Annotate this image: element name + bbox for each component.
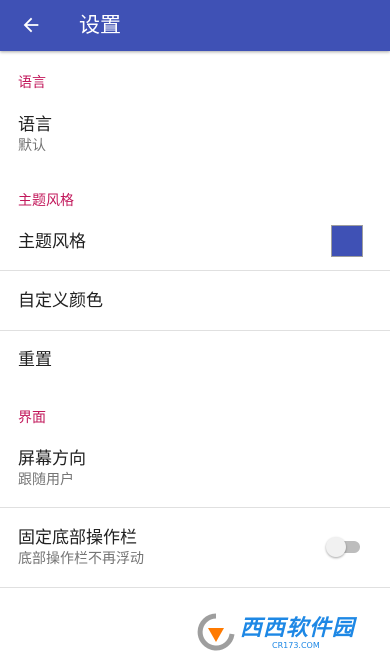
page-title: 设置	[79, 13, 121, 37]
watermark-text: 西西软件园	[240, 616, 356, 641]
back-button[interactable]	[12, 6, 50, 44]
fixed-toolbar-switch[interactable]	[326, 537, 360, 557]
theme-color-swatch	[331, 225, 363, 257]
pref-orientation-summary: 跟随用户	[18, 472, 74, 488]
pref-language-summary: 默认	[18, 138, 46, 154]
pref-orientation[interactable]: 屏幕方向 跟随用户	[0, 438, 390, 507]
pref-fixed-toolbar-title: 固定底部操作栏	[18, 528, 137, 548]
app-bar: 设置	[0, 0, 390, 51]
watermark-emblem-icon	[197, 613, 235, 651]
pref-custom-color-title: 自定义颜色	[18, 291, 103, 311]
settings-screen: 设置 语言 语言 默认 主题风格 主题风格 自定义颜色 重置 界面 屏幕方向 跟…	[0, 0, 390, 661]
section-header-theme: 主题风格	[18, 193, 74, 209]
pref-reset[interactable]: 重置	[0, 331, 390, 389]
arrow-back-icon	[23, 17, 39, 33]
watermark-logo: 西西软件园 CR173.COM	[194, 612, 374, 652]
pref-language-title: 语言	[18, 115, 52, 135]
watermark-sub: CR173.COM	[272, 641, 320, 650]
section-header-language: 语言	[18, 75, 46, 91]
pref-fixed-toolbar-summary: 底部操作栏不再浮动	[18, 551, 144, 567]
pref-theme[interactable]: 主题风格	[0, 213, 390, 270]
section-header-interface: 界面	[18, 410, 46, 426]
pref-custom-color[interactable]: 自定义颜色	[0, 271, 390, 330]
switch-thumb	[326, 537, 346, 557]
pref-orientation-title: 屏幕方向	[18, 449, 86, 469]
pref-fixed-toolbar[interactable]: 固定底部操作栏 底部操作栏不再浮动	[0, 508, 390, 587]
divider	[0, 587, 390, 588]
pref-language[interactable]: 语言 默认	[0, 104, 390, 168]
pref-reset-title: 重置	[18, 350, 52, 370]
pref-theme-title: 主题风格	[18, 232, 86, 252]
